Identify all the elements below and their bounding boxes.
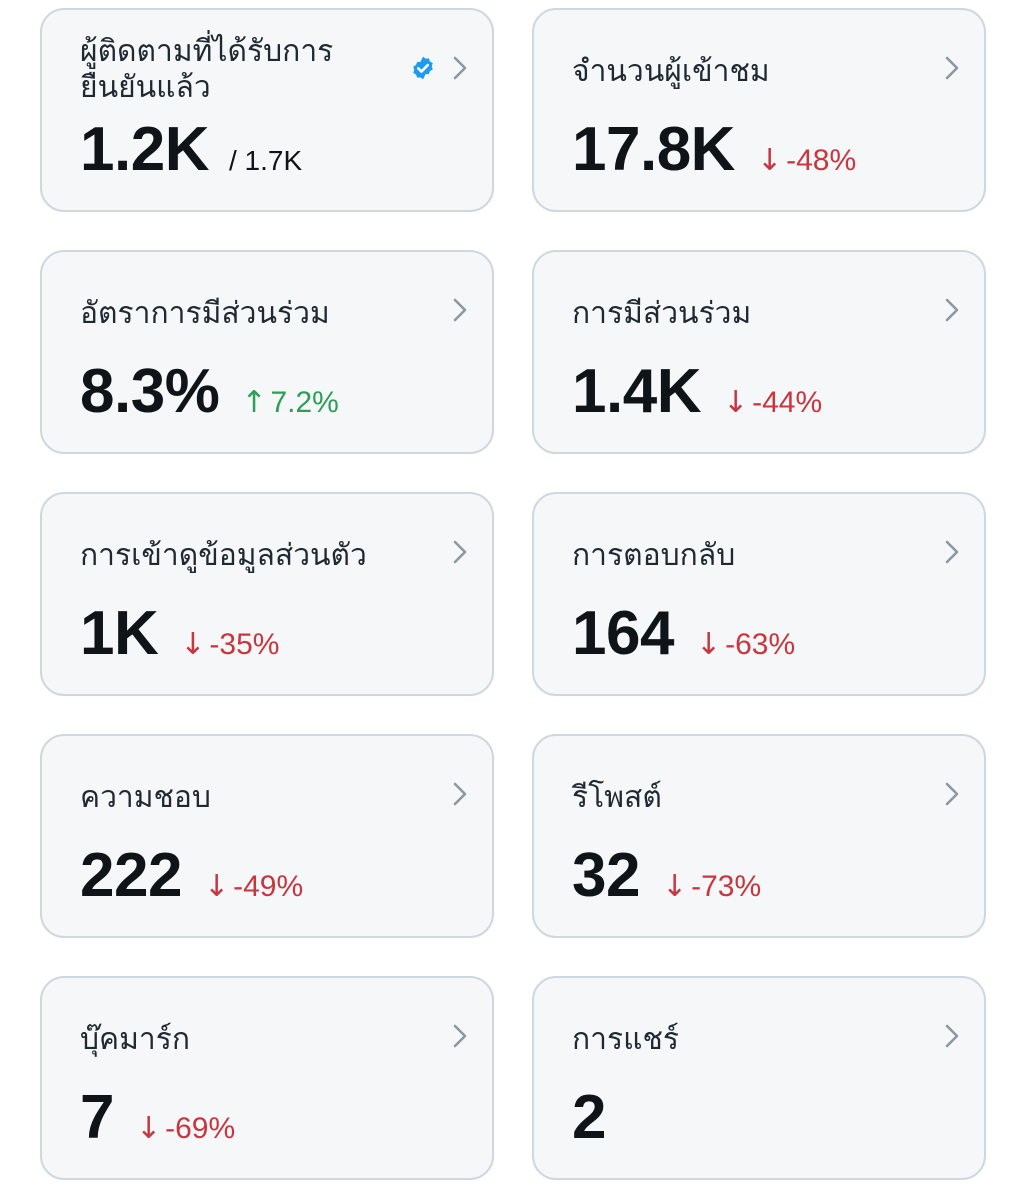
metric-value-row: 222 ↓ -49% <box>80 844 303 908</box>
metric-value: 8.3% <box>80 357 220 426</box>
metric-value: 1.2K <box>80 115 209 184</box>
metric-card-profile-visits[interactable]: การเข้าดูข้อมูลส่วนตัว 1K ↓ -35% <box>40 492 494 696</box>
metric-value-row: 2 <box>572 1086 606 1150</box>
metric-change-value: -44% <box>752 386 823 419</box>
metric-change: ↓ -63% <box>696 630 795 660</box>
card-title: การมีส่วนร่วม <box>572 296 752 331</box>
metric-card-likes[interactable]: ความชอบ 222 ↓ -49% <box>40 734 494 938</box>
metric-change-value: -35% <box>209 628 280 661</box>
metric-card-reposts[interactable]: รีโพสต์ 32 ↓ -73% <box>532 734 986 938</box>
metric-card-replies[interactable]: การตอบกลับ 164 ↓ -63% <box>532 492 986 696</box>
card-title: ผู้ติดตามที่ได้รับการ ยืนยันแล้ว <box>80 34 420 106</box>
metric-change-value: -49% <box>233 870 304 903</box>
metric-change-value: -73% <box>691 870 762 903</box>
metric-card-verified-followers[interactable]: ผู้ติดตามที่ได้รับการ ยืนยันแล้ว 1.2K / … <box>40 8 494 212</box>
metric-change-value: -69% <box>165 1112 236 1145</box>
arrow-down-icon: ↓ <box>135 1111 162 1146</box>
metric-change: ↓ -35% <box>180 630 279 660</box>
metric-change: ↓ -48% <box>757 146 856 176</box>
arrow-down-icon: ↓ <box>695 627 722 662</box>
metric-value: 1.4K <box>572 357 701 426</box>
metric-value: 2 <box>572 1083 606 1152</box>
chevron-right-icon[interactable] <box>940 294 964 326</box>
card-title: อัตราการมีส่วนร่วม <box>80 296 330 331</box>
metric-change-value: -48% <box>786 144 857 177</box>
metric-value: 1K <box>80 599 159 668</box>
arrow-down-icon: ↓ <box>661 869 688 904</box>
card-title: จำนวนผู้เข้าชม <box>572 54 770 89</box>
metric-value-row: 164 ↓ -63% <box>572 602 795 666</box>
verified-badge-icon <box>413 56 433 80</box>
metric-change: ↓ -73% <box>662 872 761 902</box>
metric-total: / 1.7K <box>228 145 303 176</box>
metric-value-row: 1K ↓ -35% <box>80 602 279 666</box>
metric-value-row: 17.8K ↓ -48% <box>572 118 856 182</box>
metric-change-value: -63% <box>725 628 796 661</box>
arrow-up-icon: ↑ <box>241 385 267 420</box>
metric-change-value: 7.2% <box>270 386 339 419</box>
metric-card-bookmarks[interactable]: บุ๊คมาร์ก 7 ↓ -69% <box>40 976 494 1180</box>
metric-change: ↓ -69% <box>136 1114 235 1144</box>
chevron-right-icon[interactable] <box>448 778 472 810</box>
metric-value-row: 8.3% ↑ 7.2% <box>80 360 339 424</box>
metric-value: 17.8K <box>572 115 735 184</box>
card-title-line: ผู้ติดตามที่ได้รับการ <box>80 34 334 69</box>
metric-value-row: 7 ↓ -69% <box>80 1086 235 1150</box>
metric-change: ↓ -49% <box>204 872 303 902</box>
metric-value: 7 <box>80 1083 114 1152</box>
card-title: การตอบกลับ <box>572 538 736 573</box>
arrow-down-icon: ↓ <box>756 143 783 178</box>
chevron-right-icon[interactable] <box>940 1020 964 1052</box>
chevron-right-icon[interactable] <box>448 52 472 84</box>
arrow-down-icon: ↓ <box>180 627 206 662</box>
chevron-right-icon[interactable] <box>940 536 964 568</box>
metric-value-row: 1.2K / 1.7K <box>80 118 302 182</box>
card-title: การแชร์ <box>572 1022 679 1057</box>
metric-card-impressions[interactable]: จำนวนผู้เข้าชม 17.8K ↓ -48% <box>532 8 986 212</box>
metric-value: 222 <box>80 841 182 910</box>
metric-change: ↓ -44% <box>723 388 822 418</box>
metric-value: 164 <box>572 599 674 668</box>
metric-card-shares[interactable]: การแชร์ 2 <box>532 976 986 1180</box>
card-title-line: ยืนยันแล้ว <box>80 70 211 105</box>
metric-card-engagements[interactable]: การมีส่วนร่วม 1.4K ↓ -44% <box>532 250 986 454</box>
metric-value-row: 32 ↓ -73% <box>572 844 761 908</box>
card-title: การเข้าดูข้อมูลส่วนตัว <box>80 538 367 573</box>
chevron-right-icon[interactable] <box>940 52 964 84</box>
card-title: บุ๊คมาร์ก <box>80 1022 191 1057</box>
metric-change: ↑ 7.2% <box>241 388 339 418</box>
card-title: รีโพสต์ <box>572 780 662 815</box>
metric-card-engagement-rate[interactable]: อัตราการมีส่วนร่วม 8.3% ↑ 7.2% <box>40 250 494 454</box>
chevron-right-icon[interactable] <box>448 536 472 568</box>
arrow-down-icon: ↓ <box>722 385 749 420</box>
arrow-down-icon: ↓ <box>203 869 230 904</box>
card-title: ความชอบ <box>80 780 211 815</box>
chevron-right-icon[interactable] <box>448 294 472 326</box>
metric-value: 32 <box>572 841 640 910</box>
chevron-right-icon[interactable] <box>448 1020 472 1052</box>
metric-value-row: 1.4K ↓ -44% <box>572 360 822 424</box>
chevron-right-icon[interactable] <box>940 778 964 810</box>
